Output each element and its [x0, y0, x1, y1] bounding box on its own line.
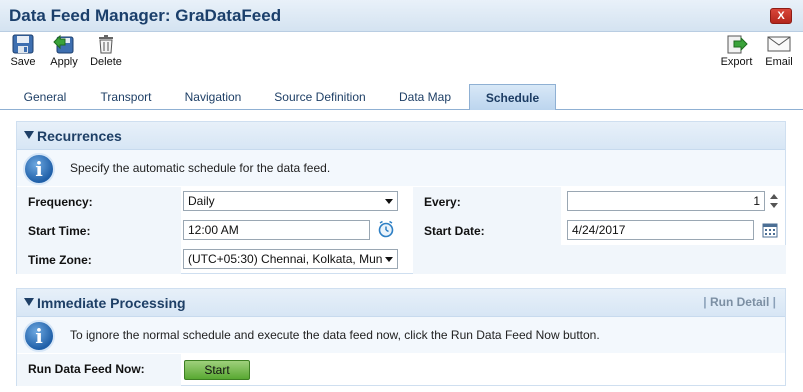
export-label: Export — [720, 56, 753, 68]
info-icon: i — [23, 153, 55, 185]
tab-data-map[interactable]: Data Map — [388, 84, 462, 110]
tab-schedule[interactable]: Schedule — [469, 84, 556, 110]
immediate-processing-header[interactable]: Immediate Processing | Run Detail | — [17, 289, 785, 317]
info-icon: i — [23, 320, 55, 352]
delete-button[interactable]: Delete — [89, 34, 123, 68]
collapse-caret-icon[interactable] — [24, 131, 34, 139]
stepper-up-icon[interactable] — [770, 194, 778, 199]
time-zone-label: Time Zone: — [28, 253, 92, 267]
chevron-down-icon — [385, 199, 393, 204]
export-icon — [727, 35, 748, 54]
immediate-info: i To ignore the normal schedule and exec… — [17, 317, 785, 353]
close-button[interactable]: X — [770, 8, 792, 24]
recurrences-info-text: Specify the automatic schedule for the d… — [70, 161, 331, 175]
email-button[interactable]: Email — [763, 34, 795, 68]
tab-general[interactable]: General — [12, 84, 78, 110]
frequency-select[interactable]: Daily — [183, 191, 398, 211]
time-zone-select[interactable]: (UTC+05:30) Chennai, Kolkata, Mun — [183, 249, 398, 269]
tab-source-definition[interactable]: Source Definition — [264, 84, 376, 110]
time-zone-value: (UTC+05:30) Chennai, Kolkata, Mun — [188, 252, 383, 266]
every-input[interactable]: 1 — [567, 191, 765, 211]
start-date-input[interactable]: 4/24/2017 — [567, 220, 754, 240]
chevron-down-icon — [385, 257, 393, 262]
apply-icon — [53, 34, 74, 54]
email-label: Email — [765, 56, 793, 68]
calendar-icon[interactable] — [762, 222, 778, 238]
run-detail-label: Run Detail — [709, 295, 770, 309]
every-label: Every: — [424, 195, 461, 209]
apply-label: Apply — [50, 56, 78, 68]
empty-cell — [561, 245, 786, 274]
recurrences-section: Recurrences i Specify the automatic sche… — [16, 121, 786, 274]
collapse-caret-icon[interactable] — [24, 298, 34, 306]
start-date-value: 4/24/2017 — [572, 223, 626, 237]
start-time-value: 12:00 AM — [188, 223, 239, 237]
frequency-value: Daily — [188, 194, 215, 208]
trash-icon — [99, 35, 113, 54]
recurrences-title: Recurrences — [37, 128, 122, 144]
start-button[interactable]: Start — [184, 360, 250, 380]
immediate-processing-title: Immediate Processing — [37, 295, 186, 311]
tab-bar: General Transport Navigation Source Defi… — [0, 84, 803, 110]
export-button[interactable]: Export — [719, 34, 754, 68]
clock-icon[interactable] — [377, 220, 395, 238]
tab-navigation[interactable]: Navigation — [174, 84, 252, 110]
every-stepper[interactable] — [769, 191, 779, 211]
run-detail-link[interactable]: | Run Detail | — [703, 295, 776, 309]
immediate-info-text: To ignore the normal schedule and execut… — [70, 328, 600, 342]
start-time-label: Start Time: — [28, 224, 91, 238]
delete-label: Delete — [90, 56, 122, 68]
frequency-label: Frequency: — [28, 195, 93, 209]
tab-transport[interactable]: Transport — [90, 84, 162, 110]
window-title-bar: Data Feed Manager: GraDataFeed X — [0, 0, 803, 32]
recurrences-info: i Specify the automatic schedule for the… — [17, 150, 785, 186]
divider: | — [769, 295, 776, 309]
save-label: Save — [10, 56, 36, 68]
run-now-label: Run Data Feed Now: — [28, 362, 145, 376]
envelope-icon — [767, 36, 791, 52]
toolbar: Save Apply Delete Export Email — [0, 32, 803, 72]
divider: | — [703, 295, 710, 309]
save-button[interactable]: Save — [9, 34, 37, 68]
close-icon: X — [777, 10, 785, 22]
every-value: 1 — [753, 194, 760, 208]
immediate-processing-section: Immediate Processing | Run Detail | i To… — [16, 288, 786, 386]
stepper-down-icon[interactable] — [770, 203, 778, 208]
save-icon — [12, 34, 34, 54]
start-time-input[interactable]: 12:00 AM — [183, 220, 370, 240]
start-date-label: Start Date: — [424, 224, 485, 238]
apply-button[interactable]: Apply — [48, 34, 80, 68]
window-title: Data Feed Manager: GraDataFeed — [9, 6, 282, 25]
recurrences-header[interactable]: Recurrences — [17, 122, 785, 150]
